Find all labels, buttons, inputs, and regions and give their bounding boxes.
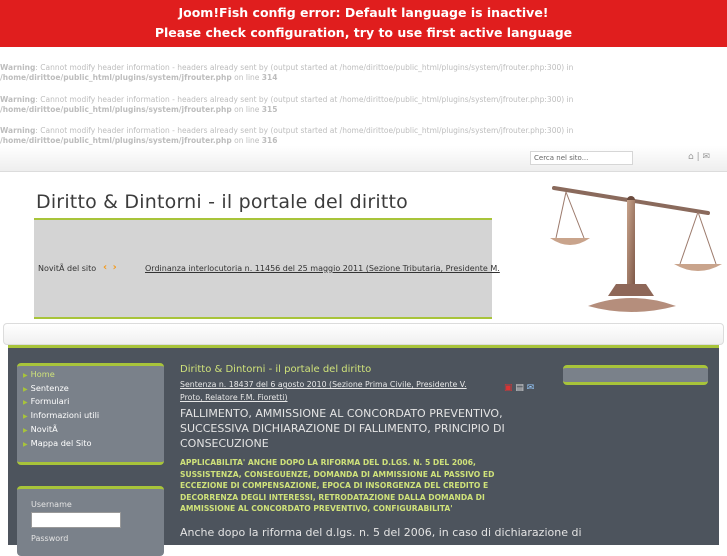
error-line-2: Please check configuration, try to use f… [154, 25, 573, 40]
menu-item-label: Informazioni utili [30, 410, 100, 420]
site-title: Diritto & Dintorni - il portale del diri… [36, 191, 408, 213]
config-error-banner: Joom!Fish config error: Default language… [0, 0, 727, 47]
arrow-right-icon: ▶ [23, 427, 28, 434]
arrow-right-icon: ▶ [23, 399, 28, 406]
warning-line-text: on line [231, 105, 262, 114]
news-arrows-icon[interactable]: ‹ › [103, 262, 118, 273]
warning-file: /home/dirittoe/public_html/plugins/syste… [0, 105, 232, 114]
mail-icon[interactable]: ✉ [702, 152, 710, 162]
article-subtitle-link[interactable]: Sentenza n. 18437 del 6 agosto 2010 (Sez… [180, 378, 490, 404]
search-input[interactable]: Cerca nel sito... [530, 151, 633, 165]
arrow-right-icon: ▶ [23, 413, 28, 420]
article-icons: ▣ ▤ ✉ [504, 383, 534, 393]
menu-item-sentenze[interactable]: ▶ Sentenze [23, 382, 69, 395]
warning-file: /home/dirittoe/public_html/plugins/syste… [0, 73, 232, 82]
home-icon[interactable]: ⌂ [688, 152, 694, 162]
print-icon[interactable]: ▤ [515, 383, 524, 393]
menu-item-label: Sentenze [30, 383, 69, 393]
arrow-right-icon: ▶ [23, 441, 28, 448]
article-body: Anche dopo la riforma del d.lgs. n. 5 de… [180, 526, 582, 539]
warning-file: /home/dirittoe/public_html/plugins/syste… [0, 136, 232, 145]
article-summary: APPLICABILITA' ANCHE DOPO LA RIFORMA DEL… [180, 458, 495, 514]
warning-label: Warning [0, 95, 36, 104]
email-icon[interactable]: ✉ [527, 383, 535, 393]
php-warning: Warning: Cannot modify header informatio… [0, 126, 727, 146]
warning-line: 315 [261, 105, 278, 114]
article-heading: FALLIMENTO, AMMISSIONE AL CONCORDATO PRE… [180, 407, 505, 450]
menu-item-label: Home [30, 369, 55, 379]
warning-label: Warning [0, 63, 36, 72]
menu-item-home[interactable]: ▶ Home [23, 368, 55, 381]
warning-text: : Cannot modify header information - hea… [35, 126, 574, 135]
arrow-right-icon: ▶ [23, 372, 28, 379]
top-icons: ⌂ | ✉ [688, 152, 711, 162]
menu-item-mappa[interactable]: ▶ Mappa del Sito [23, 437, 92, 450]
pdf-icon[interactable]: ▣ [504, 383, 513, 393]
warning-line: 316 [261, 136, 278, 145]
menu-item-label: NovitÃ [30, 424, 58, 434]
scales-of-justice-icon [550, 186, 722, 312]
php-warning: Warning: Cannot modify header informatio… [0, 95, 727, 115]
top-menu-bar [3, 323, 724, 345]
menu-item-novita[interactable]: ▶ NovitÃ [23, 423, 58, 436]
news-link[interactable]: Ordinanza interlocutoria n. 11456 del 25… [145, 264, 500, 273]
warning-line: 314 [261, 73, 278, 82]
right-module-box [563, 365, 708, 385]
warning-line-text: on line [231, 136, 262, 145]
php-warning: Warning: Cannot modify header informatio… [0, 63, 727, 83]
username-field[interactable] [31, 512, 121, 528]
menu-item-label: Mappa del Sito [30, 438, 92, 448]
password-label: Password [31, 534, 69, 543]
menu-item-label: Formulari [30, 396, 70, 406]
news-label: NovitÃ del sito [38, 264, 97, 273]
menu-item-informazioni[interactable]: ▶ Informazioni utili [23, 409, 99, 422]
menu-item-formulari[interactable]: ▶ Formulari [23, 395, 69, 408]
username-label: Username [31, 500, 72, 509]
error-line-1: Joom!Fish config error: Default language… [178, 5, 549, 20]
warning-text: : Cannot modify header information - hea… [35, 63, 574, 72]
arrow-right-icon: ▶ [23, 386, 28, 393]
warning-line-text: on line [231, 73, 262, 82]
warning-text: : Cannot modify header information - hea… [35, 95, 574, 104]
warning-label: Warning [0, 126, 36, 135]
article-title: Diritto & Dintorni - il portale del diri… [180, 364, 372, 375]
